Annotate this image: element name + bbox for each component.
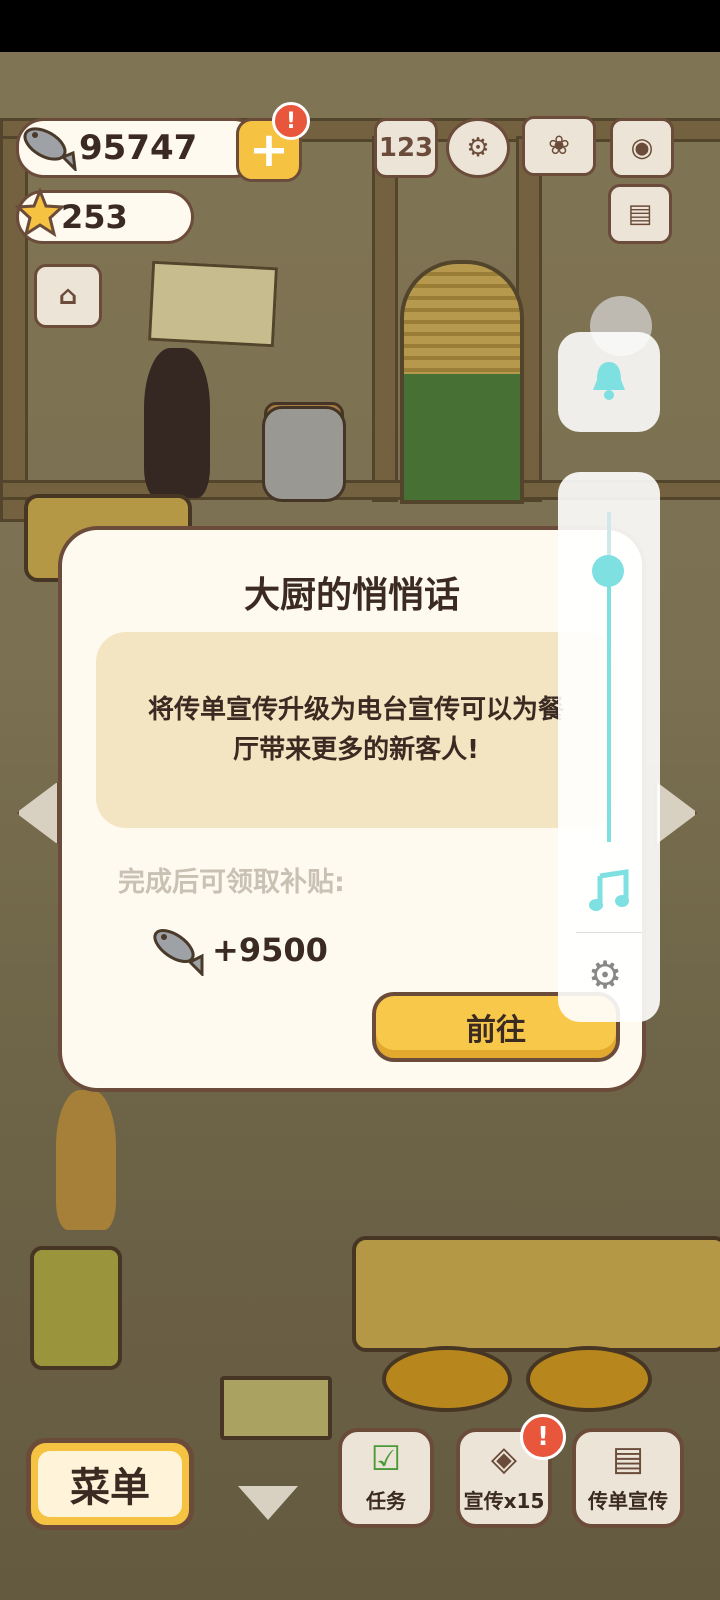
star-counter: 253 — [14, 186, 194, 246]
promo-label: 宣传x15 — [463, 1489, 545, 1513]
tip-box: 将传单宣传升级为电台宣传可以为餐 厅带来更多的新客人! — [96, 632, 616, 828]
shop-icon[interactable]: ⌂ — [34, 264, 102, 328]
volume-panel: ⚙ — [558, 472, 660, 1022]
music-note-icon[interactable] — [586, 868, 632, 918]
volume-divider — [576, 932, 642, 933]
camera-icon[interactable]: ◉ — [610, 118, 674, 178]
star-count: 253 — [61, 198, 128, 236]
alert-badge: ! — [272, 102, 310, 140]
reward-row: +9500 — [146, 920, 328, 980]
alert-mark: ! — [537, 1422, 549, 1452]
tip-text: 将传单宣传升级为电台宣传可以为餐 厅带来更多的新客人! — [126, 690, 586, 770]
reward-label: 完成后可领取补贴: — [118, 867, 345, 898]
fish-count: 95747 — [79, 128, 198, 168]
checklist-icon: ☑ — [370, 1439, 402, 1479]
menu-button[interactable]: 菜单 — [26, 1438, 194, 1530]
dialog-title: 大厨的悄悄话 — [243, 575, 460, 616]
fish-icon — [15, 117, 79, 180]
volume-bell-button[interactable] — [558, 332, 660, 432]
star-icon — [14, 186, 66, 246]
volume-slider-fill — [607, 571, 611, 842]
reward-amount: +9500 — [212, 931, 328, 969]
volume-slider-knob[interactable] — [592, 555, 624, 588]
fish-icon — [146, 920, 206, 980]
tasks-label: 任务 — [366, 1489, 406, 1513]
alert-badge: ! — [520, 1414, 566, 1460]
menu-label: 菜单 — [38, 1451, 182, 1517]
tip-line-2: 厅带来更多的新客人! — [233, 735, 479, 765]
gear-icon[interactable]: ⚙ — [588, 956, 622, 994]
recipe-book-icon[interactable]: ❀ — [522, 116, 596, 176]
flyer-button[interactable]: ▤ 传单宣传 — [572, 1428, 684, 1528]
chevron-down-icon[interactable] — [238, 1486, 298, 1520]
alert-mark: ! — [285, 108, 297, 134]
bell-icon — [589, 358, 629, 406]
newspaper-icon[interactable]: ▤ — [608, 184, 672, 244]
radio-icon: ◈ — [490, 1439, 518, 1479]
tip-line-1: 将传单宣传升级为电台宣传可以为餐 — [147, 695, 564, 725]
tasks-button[interactable]: ☑ 任务 — [338, 1428, 434, 1528]
settings-gear-icon[interactable]: ⚙ — [446, 118, 510, 178]
flyer-label: 传单宣传 — [588, 1489, 668, 1513]
ranking-icon[interactable]: 123 — [374, 118, 438, 178]
status-bar — [0, 0, 720, 52]
fish-currency-counter: 95747 — [16, 118, 262, 178]
flyer-icon: ▤ — [611, 1439, 645, 1479]
